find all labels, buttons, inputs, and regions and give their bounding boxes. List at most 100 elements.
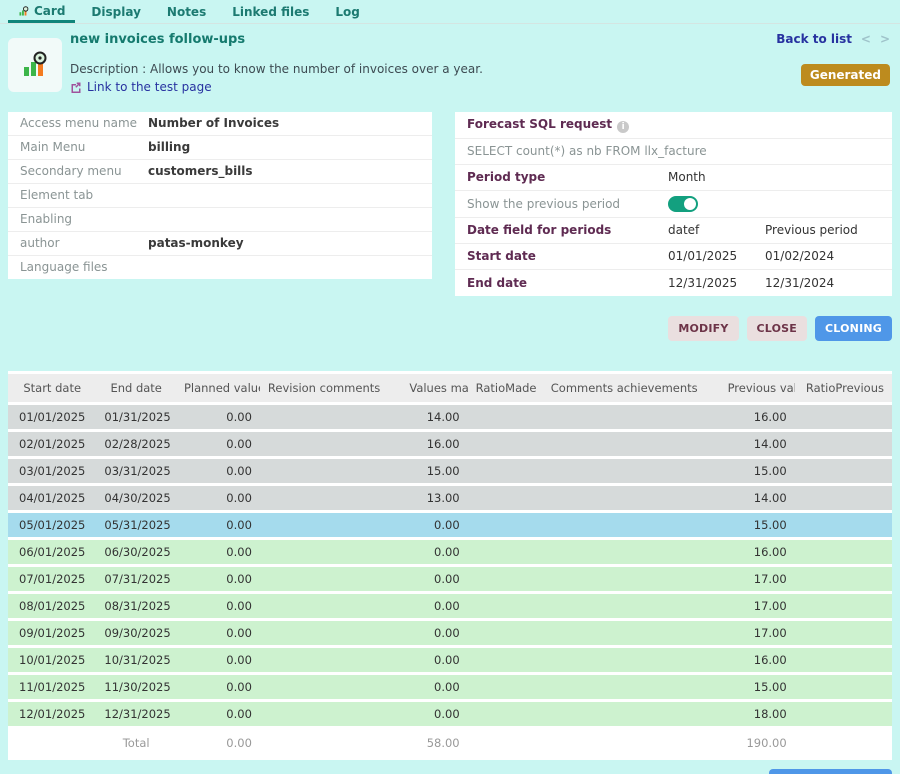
previous-record-arrow[interactable]: < — [861, 32, 871, 46]
cell-end: 12/31/2025 — [96, 702, 176, 726]
table-row: 06/01/202506/30/20250.000.0016.00 — [8, 540, 892, 564]
table-row: 05/01/202505/31/20250.000.0015.00 — [8, 513, 892, 537]
cell-end: 08/31/2025 — [96, 594, 176, 618]
property-label: Main Menu — [20, 140, 148, 155]
close-button[interactable]: CLOSE — [747, 316, 807, 341]
back-to-list-link[interactable]: Back to list — [776, 32, 852, 46]
cell-end: 05/31/2025 — [96, 513, 176, 537]
tab-display[interactable]: Display — [81, 1, 150, 23]
cell-previous: 17.00 — [720, 567, 795, 591]
tab-linked-files[interactable]: Linked files — [222, 1, 319, 23]
cell-ratio-previous — [795, 675, 892, 699]
cell-planned: 0.00 — [176, 702, 260, 726]
cell-start: 08/01/2025 — [8, 594, 96, 618]
forecast-table: Start date End date Planned values Revis… — [8, 371, 892, 760]
end-date-previous-value: 12/31/2024 — [765, 276, 834, 291]
col-comments-achievements: Comments achievements — [543, 374, 720, 402]
col-values-made: Values made — [401, 374, 467, 402]
cell-ratio-previous — [795, 540, 892, 564]
property-row: Secondary menu customers_bills — [8, 160, 432, 184]
cell-ratio-made — [468, 513, 543, 537]
tab-log[interactable]: Log — [325, 1, 369, 23]
col-ratio-previous: RatioPrevious — [795, 374, 892, 402]
cell-ratio-made — [468, 648, 543, 672]
cell-ratio-made — [468, 567, 543, 591]
cell-end: 03/31/2025 — [96, 459, 176, 483]
cell-start: 11/01/2025 — [8, 675, 96, 699]
cell-made: 0.00 — [401, 675, 467, 699]
show-previous-row: Show the previous period — [455, 191, 892, 218]
cell-planned: 0.00 — [176, 432, 260, 456]
property-value: patas-monkey — [148, 236, 244, 251]
property-row: Access menu name Number of Invoices — [8, 112, 432, 136]
cell-comments — [543, 405, 720, 429]
date-field-value: datef — [668, 223, 765, 238]
cell-revision — [260, 540, 401, 564]
tab-card[interactable]: Card — [8, 0, 75, 23]
cell-made: 0.00 — [401, 540, 467, 564]
previous-period-label: Previous period — [765, 223, 858, 238]
cell-comments — [543, 675, 720, 699]
cell-ratio-made — [468, 675, 543, 699]
cell-planned: 0.00 — [176, 540, 260, 564]
col-previous-values: Previous values — [720, 374, 795, 402]
cell-previous: 16.00 — [720, 648, 795, 672]
cell-start: 07/01/2025 — [8, 567, 96, 591]
total-empty-cell — [468, 729, 543, 757]
end-date-label: End date — [467, 276, 668, 291]
total-planned: 0.00 — [176, 729, 260, 757]
tab-notes[interactable]: Notes — [157, 1, 216, 23]
object-banner: new invoices follow-ups Description : Al… — [0, 24, 900, 108]
cell-previous: 14.00 — [720, 486, 795, 510]
property-label: author — [20, 236, 148, 251]
cell-revision — [260, 648, 401, 672]
cell-end: 11/30/2025 — [96, 675, 176, 699]
cell-comments — [543, 432, 720, 456]
properties-panel: Access menu name Number of Invoices Main… — [8, 112, 432, 279]
cell-previous: 17.00 — [720, 594, 795, 618]
cell-ratio-made — [468, 594, 543, 618]
cell-start: 04/01/2025 — [8, 486, 96, 510]
tab-bar: Card Display Notes Linked files Log — [0, 0, 900, 24]
modify-button[interactable]: MODIFY — [668, 316, 738, 341]
property-row: Enabling — [8, 208, 432, 232]
test-page-link[interactable]: Link to the test page — [70, 80, 212, 94]
cell-planned: 0.00 — [176, 567, 260, 591]
cell-planned: 0.00 — [176, 648, 260, 672]
cell-end: 02/28/2025 — [96, 432, 176, 456]
cell-previous: 14.00 — [720, 432, 795, 456]
forecast-header: Forecast SQL requesti — [467, 117, 668, 133]
end-date-value: 12/31/2025 — [668, 276, 765, 291]
start-date-label: Start date — [467, 249, 668, 264]
cell-start: 06/01/2025 — [8, 540, 96, 564]
cell-made: 16.00 — [401, 432, 467, 456]
show-previous-label: Show the previous period — [467, 197, 668, 212]
table-row: 02/01/202502/28/20250.00 16.00 14.00 — [8, 432, 892, 456]
start-date-previous-value: 01/02/2024 — [765, 249, 834, 264]
cell-revision — [260, 486, 401, 510]
table-row: 01/01/202501/31/20250.0014.0016.00 — [8, 405, 892, 429]
cell-comments — [543, 459, 720, 483]
property-value: customers_bills — [148, 164, 253, 179]
cloning-button[interactable]: CLONING — [815, 316, 892, 341]
modify-values-button[interactable]: MODIFY VALUES — [769, 769, 892, 774]
cell-planned: 0.00 — [176, 594, 260, 618]
cell-start: 02/01/2025 — [8, 432, 96, 456]
next-record-arrow[interactable]: > — [880, 32, 890, 46]
module-chart-icon — [18, 6, 29, 17]
property-label: Secondary menu — [20, 164, 148, 179]
cell-made: 0.00 — [401, 621, 467, 645]
property-label: Enabling — [20, 212, 148, 227]
cell-ratio-previous — [795, 513, 892, 537]
info-icon: i — [617, 121, 629, 133]
forecast-panel: Forecast SQL requesti SELECT count(*) as… — [455, 112, 892, 296]
cell-ratio-previous — [795, 459, 892, 483]
module-thumbnail — [8, 38, 62, 92]
cell-planned: 0.00 — [176, 459, 260, 483]
cell-revision — [260, 432, 401, 456]
cell-previous: 15.00 — [720, 513, 795, 537]
external-link-icon — [70, 81, 82, 93]
cell-start: 01/01/2025 — [8, 405, 96, 429]
property-label: Language files — [20, 260, 148, 275]
show-previous-toggle[interactable] — [668, 196, 698, 212]
